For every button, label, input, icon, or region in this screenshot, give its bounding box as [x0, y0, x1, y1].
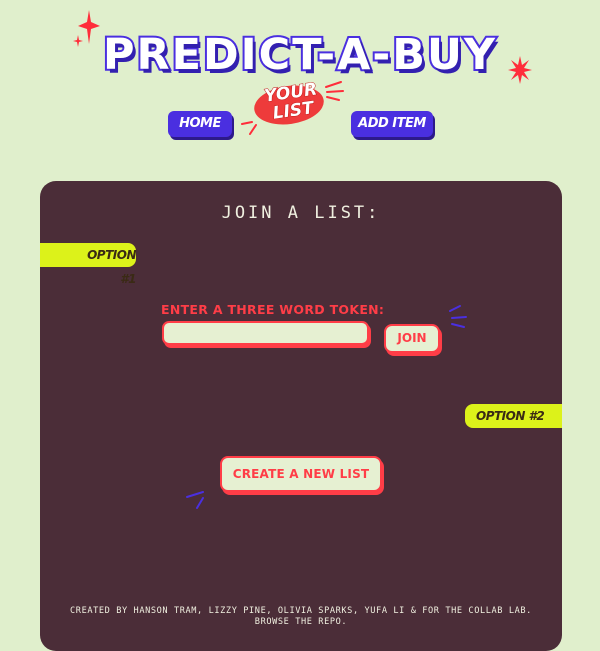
- home-button[interactable]: HOME: [168, 111, 232, 137]
- join-button[interactable]: JOIN: [384, 324, 440, 353]
- emphasis-lines-icon: [449, 305, 467, 328]
- footer-credits: CREATED BY HANSON TRAM, LIZZY PINE, OLIV…: [70, 606, 532, 616]
- create-new-list-button[interactable]: CREATE A NEW LIST: [220, 456, 382, 492]
- footer: CREATED BY HANSON TRAM, LIZZY PINE, OLIV…: [40, 606, 562, 628]
- your-list-link[interactable]: YOUR LIST: [252, 79, 332, 125]
- browse-repo-link[interactable]: BROWSE THE REPO.: [255, 617, 347, 627]
- option-1-label: OPTION #1: [87, 248, 136, 286]
- emphasis-lines-icon: [325, 81, 344, 101]
- option-1-tag: OPTION #1: [40, 243, 137, 286]
- token-input[interactable]: [162, 321, 369, 345]
- option-2-tag: OPTION #2: [465, 404, 562, 428]
- token-label: ENTER A THREE WORD TOKEN:: [161, 302, 385, 317]
- panel-title: JOIN A LIST:: [221, 203, 381, 223]
- add-item-button[interactable]: ADD ITEM: [351, 111, 433, 137]
- app-logo: PREDICT-A-BUY: [101, 28, 498, 82]
- option-2-label: OPTION #2: [476, 409, 545, 423]
- emphasis-lines-icon: [241, 121, 257, 135]
- emphasis-lines-icon: [186, 491, 204, 509]
